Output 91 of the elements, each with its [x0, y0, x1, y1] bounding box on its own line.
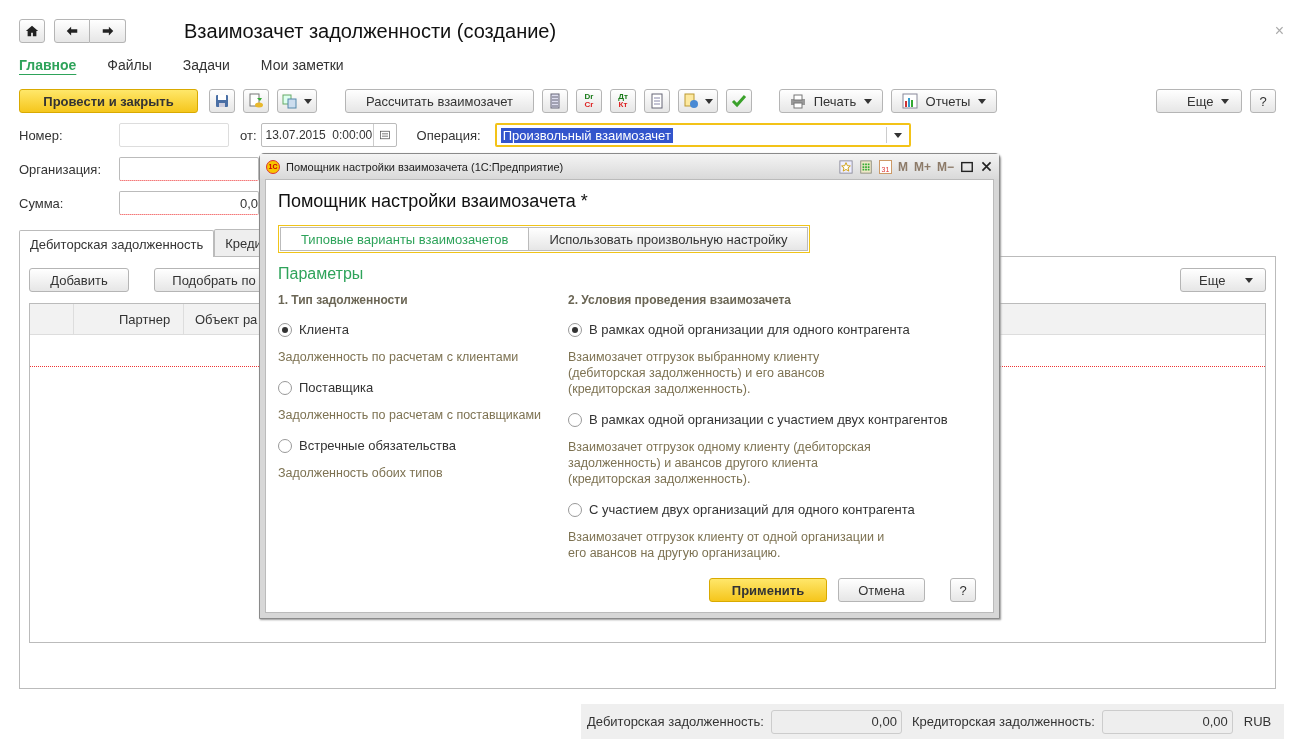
- field-label: Кредиторская задолженность:: [911, 714, 1095, 729]
- option-label[interactable]: Поставщика: [299, 380, 374, 395]
- radio-button[interactable]: [278, 438, 292, 453]
- option-description: Взаимозачет отгрузок выбранному клиенту (дебиторская задолженность) и его авансов (кредиторская задолженность).: [568, 349, 826, 397]
- operation-dropdown[interactable]: Произвольный взаимозачет: [494, 123, 911, 147]
- field-label: Сумма:: [19, 195, 65, 211]
- add-button[interactable]: Добавить: [29, 268, 129, 292]
- organization-field[interactable]: [119, 157, 259, 181]
- check-button[interactable]: [726, 89, 752, 113]
- currency-label: RUB: [1243, 714, 1272, 729]
- related-documents-button[interactable]: [277, 89, 317, 113]
- calculate-offset-button[interactable]: Рассчитать взаимозачет: [345, 89, 534, 113]
- checkmark-icon: [731, 93, 747, 109]
- window-title: Взаимозачет задолженности (создание): [184, 19, 557, 43]
- mode-tab[interactable]: Использовать произвольную настройку: [529, 227, 809, 251]
- printer-icon: [790, 93, 806, 109]
- field-label: Операция:: [416, 127, 481, 143]
- option-description: Задолженность по расчетам с поставщиками: [278, 407, 543, 423]
- dialog-title: Помощник настройки взаимозачета (1С:Предприятие): [286, 160, 564, 173]
- post-and-close-button[interactable]: Провести и закрыть: [19, 89, 198, 113]
- cancel-button[interactable]: Отмена: [838, 578, 925, 602]
- caret-icon: [978, 98, 986, 104]
- field-label: Организация:: [19, 161, 103, 177]
- home-icon: [25, 24, 39, 38]
- post-button[interactable]: [243, 89, 269, 113]
- option-description: Задолженность по расчетам с клиентами: [278, 349, 520, 365]
- reports-button[interactable]: Отчеты: [891, 89, 997, 113]
- nav-tab[interactable]: Задачи: [182, 57, 230, 77]
- date-field[interactable]: 13.07.2015 0:00:00: [260, 123, 397, 147]
- option-description: Взаимозачет отгрузок клиенту от одной организации и его авансов на другую организацию.: [568, 529, 886, 561]
- calendar-icon: [378, 129, 391, 141]
- caret-icon: [1221, 98, 1229, 104]
- field-label: Дебиторская задолженность:: [587, 714, 764, 729]
- close-icon: [980, 160, 993, 173]
- document-coins-icon: [248, 93, 264, 109]
- caret-icon: [1245, 277, 1253, 283]
- tab[interactable]: Дебиторская задолженность: [19, 230, 215, 257]
- help-button[interactable]: ?: [1250, 89, 1276, 113]
- calculator-icon: [858, 159, 873, 174]
- section-title: Параметры: [278, 265, 365, 283]
- option-description: Взаимозачет отгрузок одному клиенту (дебиторская задолженность) и авансов другого клиента (кредиторская задолженность).: [568, 439, 872, 487]
- field-label: от:: [240, 127, 257, 143]
- option-description: Задолженность обоих типов: [278, 465, 444, 481]
- debit-total-field: 0,00: [770, 709, 902, 734]
- credit-total-field: 0,00: [1101, 709, 1233, 734]
- bar-chart-icon: [902, 93, 918, 109]
- number-field[interactable]: [119, 123, 229, 147]
- dr-cr-button[interactable]: Dr Cr: [576, 89, 602, 113]
- group-title: 2. Условия проведения взаимозачета: [568, 293, 792, 307]
- back-arrow-icon: [65, 24, 79, 38]
- caret-icon: [705, 98, 713, 104]
- column-header[interactable]: Партнер: [74, 304, 184, 334]
- save-button[interactable]: [209, 89, 235, 113]
- radio-button[interactable]: [568, 322, 582, 337]
- option-label[interactable]: В рамках одной организации для одного контрагента: [589, 322, 910, 337]
- maximize-icon: [960, 159, 974, 174]
- option-label[interactable]: В рамках одной организации с участием двух контрагентов: [589, 412, 948, 427]
- field-label: Номер:: [19, 127, 64, 143]
- document-icon: [649, 93, 665, 109]
- radio-button[interactable]: [568, 502, 582, 517]
- nav-tab[interactable]: Файлы: [107, 57, 152, 77]
- home-button[interactable]: [19, 19, 45, 43]
- help-button[interactable]: ?: [950, 578, 976, 602]
- star-icon: [838, 159, 853, 174]
- dialog-heading: Помощник настройки взаимозачета *: [278, 191, 589, 212]
- back-button[interactable]: [54, 19, 90, 43]
- print-button[interactable]: Печать: [779, 89, 883, 113]
- sum-field[interactable]: 0,0: [119, 191, 259, 215]
- apply-button[interactable]: Применить: [709, 578, 827, 602]
- document-button[interactable]: [644, 89, 670, 113]
- forward-button[interactable]: [90, 19, 126, 43]
- caret-icon: [893, 132, 902, 138]
- dt-kt-button[interactable]: Дт Кт: [610, 89, 636, 113]
- document-clock-icon: [683, 93, 699, 109]
- radio-button[interactable]: [568, 412, 582, 427]
- forward-arrow-icon: [100, 24, 115, 38]
- radio-button[interactable]: [278, 322, 292, 337]
- option-label[interactable]: С участием двух организаций для одного контрагента: [589, 502, 915, 517]
- group-title: 1. Тип задолженности: [278, 293, 409, 307]
- nav-tab[interactable]: Мои заметки: [260, 57, 344, 77]
- option-label[interactable]: Встречные обязательства: [299, 438, 457, 453]
- more-button[interactable]: Еще: [1180, 268, 1266, 292]
- option-label[interactable]: Клиента: [299, 322, 349, 337]
- list-icon: [547, 93, 563, 109]
- more-button[interactable]: Еще: [1156, 89, 1242, 113]
- linked-documents-icon: [282, 93, 298, 109]
- caret-icon: [304, 98, 312, 104]
- radio-button[interactable]: [278, 380, 292, 395]
- document-schedule-button[interactable]: [678, 89, 718, 113]
- caret-icon: [864, 98, 872, 104]
- register-records-button[interactable]: [542, 89, 568, 113]
